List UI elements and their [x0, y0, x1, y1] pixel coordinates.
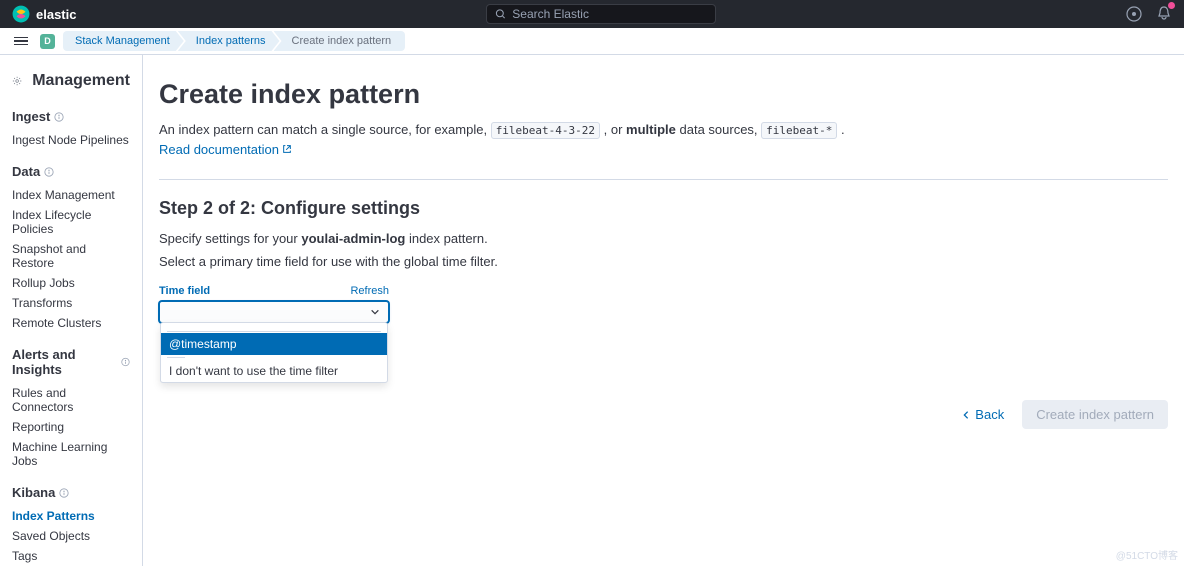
sidebar-item-machine-learning-jobs[interactable]: Machine Learning Jobs: [12, 437, 130, 471]
sidebar: Management Ingest Ingest Node Pipelines Da…: [0, 55, 143, 566]
info-icon[interactable]: [121, 357, 130, 367]
search-input[interactable]: [512, 7, 707, 21]
elastic-icon: [12, 5, 30, 23]
chevron-left-icon: [961, 410, 971, 420]
sidebar-item-remote-clusters[interactable]: Remote Clusters: [12, 313, 130, 333]
sidebar-item-index-lifecycle-policies[interactable]: Index Lifecycle Policies: [12, 205, 130, 239]
notification-badge: [1168, 2, 1175, 9]
footer-actions: Back Create index pattern: [159, 400, 1168, 429]
top-header: elastic: [0, 0, 1184, 28]
info-icon[interactable]: [44, 167, 54, 177]
sidebar-item-transforms[interactable]: Transforms: [12, 293, 130, 313]
refresh-button[interactable]: Refresh: [350, 285, 389, 297]
code-example-1: filebeat-4-3-22: [491, 122, 600, 139]
brand-text: elastic: [36, 7, 76, 22]
code-example-2: filebeat-*: [761, 122, 837, 139]
hamburger-menu[interactable]: [10, 33, 32, 50]
time-field-label: Time field: [159, 285, 210, 297]
step-desc-2: Select a primary time field for use with…: [159, 254, 1168, 269]
elastic-logo[interactable]: elastic: [12, 5, 76, 23]
section-head-alerts-and-insights: Alerts and Insights: [12, 347, 130, 377]
header-right: [1126, 5, 1172, 24]
sidebar-item-ingest-node-pipelines[interactable]: Ingest Node Pipelines: [12, 130, 130, 150]
sub-header: D Stack Management Index patterns Create…: [0, 28, 1184, 55]
sidebar-item-index-management[interactable]: Index Management: [12, 185, 130, 205]
dropdown-option-timestamp[interactable]: @timestamp: [161, 333, 387, 355]
back-button[interactable]: Back: [951, 400, 1014, 429]
page-description: An index pattern can match a single sour…: [159, 120, 1168, 159]
watermark: @51CTO博客: [1116, 547, 1178, 562]
create-index-pattern-button[interactable]: Create index pattern: [1022, 400, 1168, 429]
sidebar-item-saved-objects[interactable]: Saved Objects: [12, 526, 130, 546]
external-link-icon: [282, 144, 292, 154]
breadcrumb-index-patterns[interactable]: Index patterns: [178, 31, 280, 51]
time-field-select[interactable]: @timestamp I don't want to use the time …: [159, 301, 389, 323]
sidebar-sections: Ingest Ingest Node Pipelines Data Index Man…: [12, 109, 130, 566]
info-icon[interactable]: [54, 112, 64, 122]
divider: [159, 179, 1168, 180]
info-icon[interactable]: [59, 488, 69, 498]
read-documentation-link[interactable]: Read documentation: [159, 140, 292, 160]
breadcrumb-stack-management[interactable]: Stack Management: [63, 31, 184, 51]
sidebar-item-rollup-jobs[interactable]: Rollup Jobs: [12, 273, 130, 293]
breadcrumb-create-index-pattern: Create index pattern: [274, 31, 406, 51]
section-head-ingest: Ingest: [12, 109, 130, 124]
sidebar-item-tags[interactable]: Tags: [12, 546, 130, 566]
dropdown-option-no-filter[interactable]: I don't want to use the time filter: [161, 360, 387, 382]
breadcrumb: Stack Management Index patterns Create i…: [63, 31, 405, 51]
sidebar-title: Management: [32, 72, 130, 90]
content: Create index pattern An index pattern ca…: [143, 55, 1184, 566]
user-avatar[interactable]: D: [40, 34, 55, 49]
search-box[interactable]: [486, 4, 716, 24]
step-desc-1: Specify settings for your youlai-admin-l…: [159, 231, 1168, 246]
management-icon: [12, 71, 22, 91]
newsfeed-button[interactable]: [1156, 5, 1172, 24]
step-title: Step 2 of 2: Configure settings: [159, 198, 1168, 219]
time-field-dropdown: @timestamp I don't want to use the time …: [160, 322, 388, 383]
sidebar-item-reporting[interactable]: Reporting: [12, 417, 130, 437]
sidebar-item-rules-and-connectors[interactable]: Rules and Connectors: [12, 383, 130, 417]
sidebar-header: Management: [12, 71, 130, 91]
page-title: Create index pattern: [159, 79, 1168, 110]
sidebar-item-index-patterns[interactable]: Index Patterns: [12, 506, 130, 526]
help-icon[interactable]: [1126, 6, 1142, 22]
section-head-data: Data: [12, 164, 130, 179]
sidebar-item-snapshot-and-restore[interactable]: Snapshot and Restore: [12, 239, 130, 273]
time-field-group: Time field Refresh @timestamp I don't wa…: [159, 285, 389, 323]
search-icon: [495, 8, 506, 20]
header-left: elastic: [12, 5, 76, 23]
chevron-down-icon: [370, 307, 380, 317]
section-head-kibana: Kibana: [12, 485, 130, 500]
